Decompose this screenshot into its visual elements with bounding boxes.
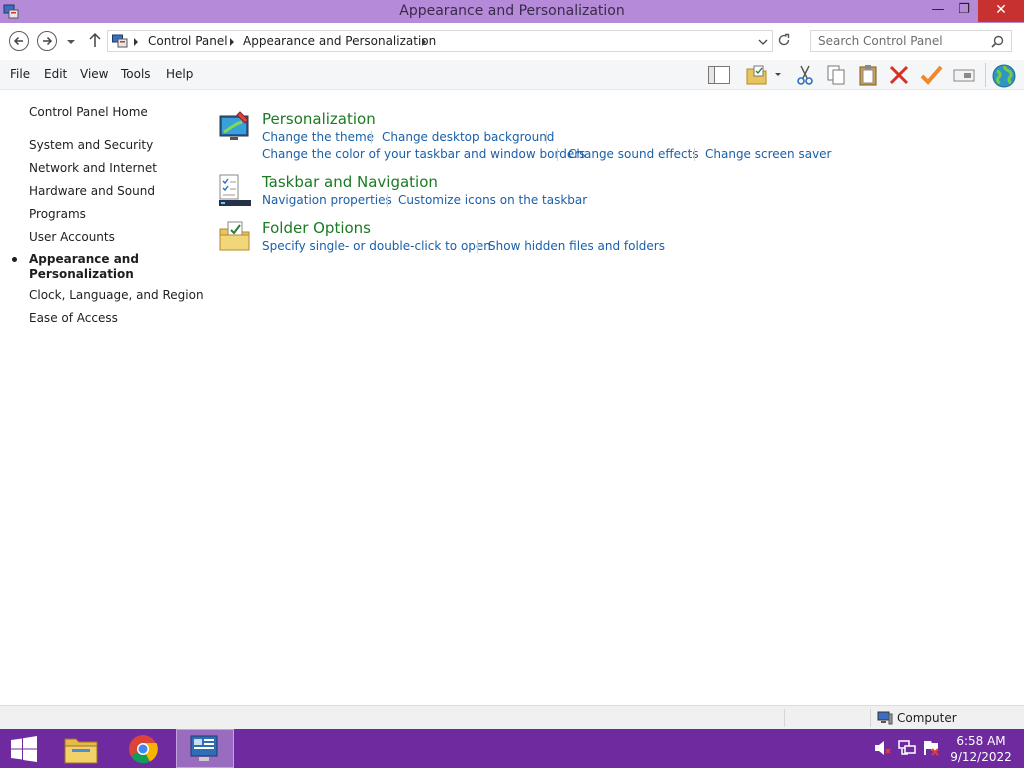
window-title: Appearance and Personalization	[399, 3, 625, 19]
arrow-up-icon	[89, 32, 101, 47]
search-input[interactable]: Search Control Panel	[810, 30, 1012, 52]
paste-icon[interactable]	[855, 63, 881, 87]
arrow-right-icon	[43, 36, 53, 46]
control-panel-icon	[190, 735, 218, 761]
breadcrumb-control-panel[interactable]: Control Panel	[148, 34, 228, 48]
folder-icon	[64, 738, 98, 764]
folder-options-dropdown[interactable]	[772, 63, 786, 87]
system-clock[interactable]: 6:58 AM 9/12/2022	[946, 733, 1016, 765]
link-separator	[546, 131, 547, 144]
clock-date: 9/12/2022	[950, 750, 1012, 764]
search-placeholder: Search Control Panel	[818, 34, 943, 48]
link-separator	[387, 194, 388, 207]
personalization-icon[interactable]	[218, 110, 252, 144]
link-single-double-click[interactable]: Specify single- or double-click to open	[262, 239, 491, 253]
chevron-down-icon	[775, 73, 781, 76]
title-bar: Appearance and Personalization — ❐ ✕	[0, 0, 1024, 23]
toolbar-separator	[985, 63, 986, 87]
link-navigation-properties[interactable]: Navigation properties	[262, 193, 392, 207]
link-change-theme[interactable]: Change the theme	[262, 130, 374, 144]
sidebar-item-appearance-line1[interactable]: Appearance and	[29, 252, 139, 267]
refresh-icon	[778, 33, 790, 46]
menu-edit[interactable]: Edit	[44, 67, 67, 81]
link-separator	[557, 148, 558, 161]
menu-file[interactable]: File	[10, 67, 30, 81]
maximize-button[interactable]: ❐	[950, 0, 978, 22]
sidebar-item-hardware-sound[interactable]: Hardware and Sound	[29, 184, 155, 198]
address-history-dropdown[interactable]	[758, 36, 768, 50]
link-change-desktop-background[interactable]: Change desktop background	[382, 130, 554, 144]
windows-logo-icon	[11, 736, 37, 762]
status-divider	[784, 709, 785, 727]
layout-icon[interactable]	[706, 63, 732, 87]
copy-icon[interactable]	[823, 63, 849, 87]
cut-icon[interactable]	[792, 63, 818, 87]
status-location: Computer	[897, 711, 957, 725]
active-bullet	[12, 257, 17, 262]
category-title-personalization[interactable]: Personalization	[262, 110, 376, 128]
category-title-folder-options[interactable]: Folder Options	[262, 219, 371, 237]
up-button[interactable]	[88, 32, 102, 51]
sidebar-item-programs[interactable]: Programs	[29, 207, 86, 221]
minimize-button[interactable]: —	[924, 0, 952, 22]
sidebar-item-ease-of-access[interactable]: Ease of Access	[29, 311, 118, 325]
chevron-right-icon[interactable]	[133, 36, 139, 50]
forward-button[interactable]	[37, 31, 57, 51]
chevron-right-icon[interactable]	[421, 36, 427, 50]
taskbar-chrome[interactable]	[115, 729, 171, 768]
sidebar-item-control-panel-home[interactable]: Control Panel Home	[29, 105, 148, 119]
link-separator	[371, 131, 372, 144]
refresh-button[interactable]	[777, 33, 791, 50]
rename-icon[interactable]	[951, 63, 977, 87]
start-button[interactable]	[0, 729, 50, 768]
menu-bar: File Edit View Tools Help	[0, 60, 1024, 90]
folder-options-icon[interactable]	[218, 219, 252, 253]
chevron-down-icon	[758, 39, 768, 45]
taskbar-navigation-icon[interactable]	[218, 173, 252, 207]
link-change-sound-effects[interactable]: Change sound effects	[568, 147, 699, 161]
category-title-taskbar-navigation[interactable]: Taskbar and Navigation	[262, 173, 438, 191]
taskbar-control-panel[interactable]	[176, 729, 234, 768]
folder-options-icon[interactable]	[744, 63, 770, 87]
chevron-down-icon	[67, 40, 75, 44]
breadcrumb-appearance[interactable]: Appearance and Personalization	[243, 34, 436, 48]
menu-tools[interactable]: Tools	[121, 67, 151, 81]
sidebar-item-appearance-line2[interactable]: Personalization	[29, 267, 134, 282]
address-bar[interactable]: Control Panel Appearance and Personaliza…	[107, 30, 773, 52]
chrome-icon	[129, 735, 158, 764]
sidebar-item-user-accounts[interactable]: User Accounts	[29, 230, 115, 244]
sidebar-item-system-security[interactable]: System and Security	[29, 138, 153, 152]
status-divider	[870, 709, 871, 727]
navigation-bar: Control Panel Appearance and Personaliza…	[0, 23, 1024, 60]
sidebar-item-clock-language[interactable]: Clock, Language, and Region	[29, 288, 204, 302]
taskbar-file-explorer[interactable]	[53, 729, 109, 768]
taskbar: 6:58 AM 9/12/2022	[0, 729, 1024, 768]
close-button[interactable]: ✕	[978, 0, 1024, 22]
action-center-icon[interactable]	[922, 740, 940, 759]
globe-icon[interactable]	[990, 63, 1016, 88]
menu-help[interactable]: Help	[166, 67, 193, 81]
link-show-hidden-files[interactable]: Show hidden files and folders	[488, 239, 665, 253]
sidebar-item-network-internet[interactable]: Network and Internet	[29, 161, 157, 175]
search-icon[interactable]	[991, 35, 1004, 51]
link-change-taskbar-color[interactable]: Change the color of your taskbar and win…	[262, 147, 585, 161]
recent-locations-dropdown[interactable]	[66, 35, 76, 49]
link-customize-taskbar-icons[interactable]: Customize icons on the taskbar	[398, 193, 587, 207]
chevron-right-icon[interactable]	[229, 36, 235, 50]
link-separator	[477, 240, 478, 253]
menu-view[interactable]: View	[80, 67, 108, 81]
back-button[interactable]	[9, 31, 29, 51]
clock-time: 6:58 AM	[956, 734, 1006, 748]
properties-icon[interactable]	[918, 63, 944, 87]
status-bar: Computer	[0, 705, 1024, 729]
link-change-screen-saver[interactable]: Change screen saver	[705, 147, 832, 161]
sidebar: Control Panel Home System and Security N…	[0, 91, 204, 705]
volume-muted-icon[interactable]	[874, 740, 892, 759]
arrow-left-icon	[13, 36, 23, 46]
computer-icon	[877, 711, 893, 728]
control-panel-icon	[112, 34, 128, 51]
delete-icon[interactable]	[886, 63, 912, 87]
link-separator	[694, 148, 695, 161]
network-icon[interactable]	[898, 740, 916, 759]
